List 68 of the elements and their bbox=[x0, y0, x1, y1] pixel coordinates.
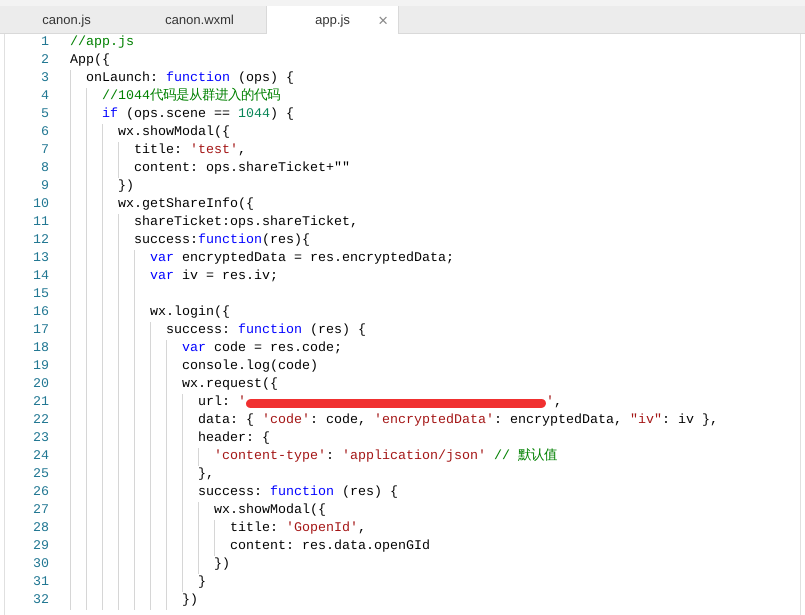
line-number: 11 bbox=[33, 214, 49, 232]
line-number: 7 bbox=[41, 142, 49, 160]
line-number: 9 bbox=[41, 178, 49, 196]
line-number: 1 bbox=[41, 34, 49, 52]
line-number: 30 bbox=[33, 556, 49, 574]
code-line: success:function(res){ bbox=[134, 232, 310, 250]
code-line: }) bbox=[182, 592, 198, 610]
line-number: 4 bbox=[41, 88, 49, 106]
line-number: 22 bbox=[33, 412, 49, 430]
code-line: success: function (res) { bbox=[198, 484, 398, 502]
code-line: title: 'test', bbox=[134, 142, 246, 160]
code-line: console.log(code) bbox=[182, 358, 318, 376]
code-line: var code = res.code; bbox=[182, 340, 342, 358]
code-line: wx.getShareInfo({ bbox=[118, 196, 254, 214]
line-number: 23 bbox=[33, 430, 49, 448]
code-line: content: res.data.openGId bbox=[230, 538, 430, 556]
line-number: 27 bbox=[33, 502, 49, 520]
line-number: 3 bbox=[41, 70, 49, 88]
line-number: 28 bbox=[33, 520, 49, 538]
code-line: App({ bbox=[70, 52, 110, 70]
code-line: }) bbox=[118, 178, 134, 196]
line-number: 5 bbox=[41, 106, 49, 124]
code-line: var iv = res.iv; bbox=[150, 268, 278, 286]
code-line: ', bbox=[546, 394, 562, 412]
line-number: 24 bbox=[33, 448, 49, 466]
code-line: //1044代码是从群进入的代码 bbox=[102, 88, 280, 106]
code-line: title: 'GopenId', bbox=[230, 520, 366, 538]
line-number: 2 bbox=[41, 52, 49, 70]
code-line: onLaunch: function (ops) { bbox=[86, 70, 294, 88]
code-line: wx.showModal({ bbox=[118, 124, 230, 142]
line-number: 32 bbox=[33, 592, 49, 610]
code-line: }, bbox=[198, 466, 214, 484]
code-line: header: { bbox=[198, 430, 270, 448]
code-line: content: ops.shareTicket+"" bbox=[134, 160, 350, 178]
tab[interactable]: canon.wxml bbox=[133, 6, 266, 33]
code-line: wx.request({ bbox=[182, 376, 278, 394]
code-line: var encryptedData = res.encryptedData; bbox=[150, 250, 454, 268]
tab[interactable]: canon.js bbox=[0, 6, 133, 33]
line-number: 19 bbox=[33, 358, 49, 376]
line-number: 25 bbox=[33, 466, 49, 484]
line-number: 12 bbox=[33, 232, 49, 250]
close-icon[interactable]: × bbox=[378, 12, 388, 28]
line-number: 31 bbox=[33, 574, 49, 592]
line-number: 16 bbox=[33, 304, 49, 322]
line-number: 8 bbox=[41, 160, 49, 178]
code-line: shareTicket:ops.shareTicket, bbox=[134, 214, 358, 232]
line-number: 17 bbox=[33, 322, 49, 340]
line-number: 15 bbox=[33, 286, 49, 304]
line-number: 10 bbox=[33, 196, 49, 214]
code-line: wx.showModal({ bbox=[214, 502, 326, 520]
code-line: url: ' bbox=[198, 394, 246, 412]
code-line: success: function (res) { bbox=[166, 322, 366, 340]
code-line: wx.login({ bbox=[150, 304, 230, 322]
code-line: } bbox=[198, 574, 206, 592]
code-line: if (ops.scene == 1044) { bbox=[102, 106, 294, 124]
line-number: 21 bbox=[33, 394, 49, 412]
code-line: 'content-type': 'application/json' // 默认值 bbox=[214, 448, 557, 466]
code-line: data: { 'code': code, 'encryptedData': encryptedData, "iv": iv }, bbox=[198, 412, 718, 430]
line-number: 26 bbox=[33, 484, 49, 502]
code-line: //app.js bbox=[70, 34, 134, 52]
line-number: 18 bbox=[33, 340, 49, 358]
line-number: 29 bbox=[33, 538, 49, 556]
line-number: 13 bbox=[33, 250, 49, 268]
code-line: }) bbox=[214, 556, 230, 574]
tab[interactable]: app.js × bbox=[266, 6, 399, 34]
line-number: 6 bbox=[41, 124, 49, 142]
line-number: 20 bbox=[33, 376, 49, 394]
line-number: 14 bbox=[33, 268, 49, 286]
